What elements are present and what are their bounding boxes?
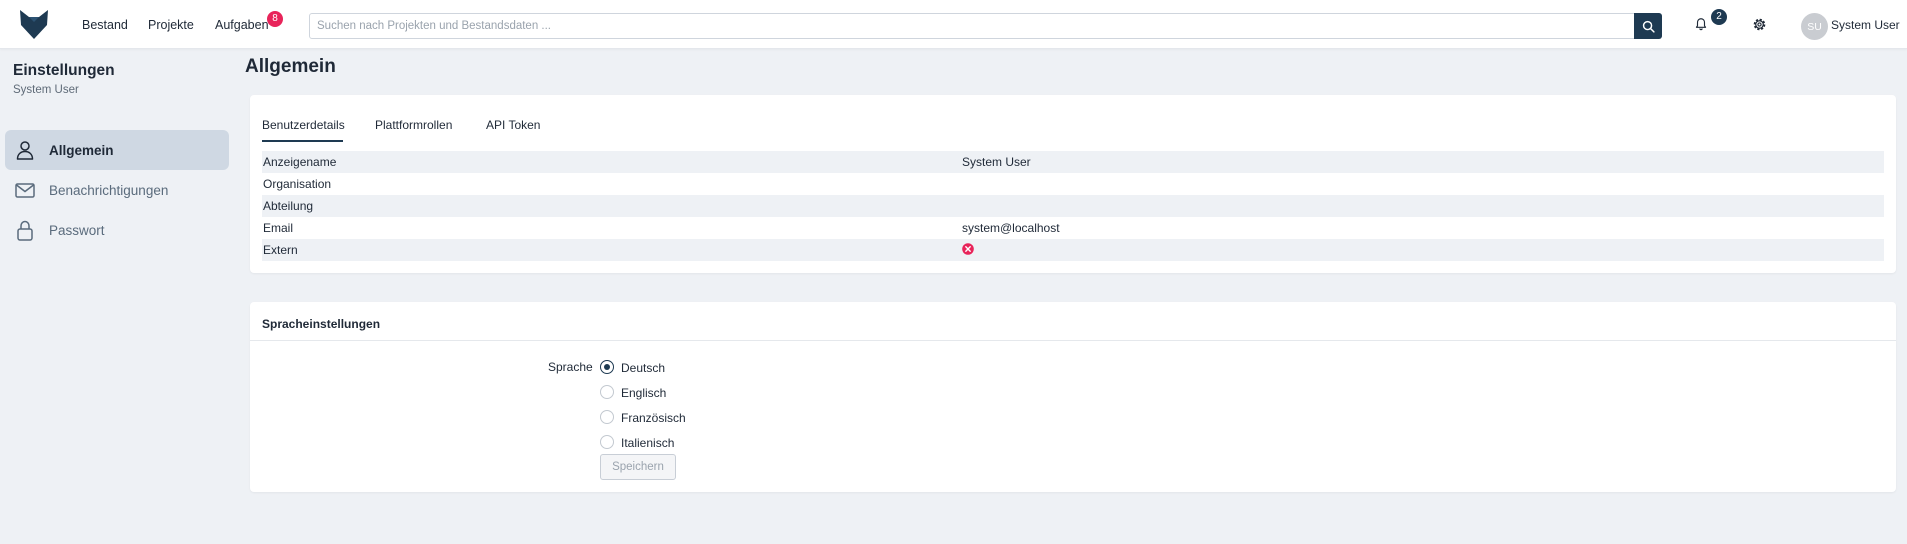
detail-label: Extern (263, 243, 298, 257)
sidebar-item-label: Allgemein (49, 143, 114, 158)
detail-label: Organisation (263, 177, 332, 191)
search-box (309, 13, 1662, 39)
sidebar-item-passwort[interactable]: Passwort (5, 210, 229, 250)
sidebar-title: Einstellungen (13, 62, 115, 79)
radio-italienisch[interactable] (600, 435, 614, 449)
nav-bestand[interactable]: Bestand (82, 18, 128, 32)
divider (250, 340, 1896, 341)
search-icon (1642, 20, 1655, 33)
tab-plattformrollen[interactable]: Plattformrollen (375, 118, 452, 132)
tab-api-token[interactable]: API Token (486, 118, 540, 132)
radio-label-deutsch[interactable]: Deutsch (621, 361, 665, 375)
user-icon (16, 141, 34, 160)
detail-label: Email (263, 221, 294, 235)
search-input[interactable] (310, 14, 1635, 38)
detail-label: Anzeigename (263, 155, 337, 169)
tab-benutzerdetails[interactable]: Benutzerdetails (262, 118, 345, 132)
radio-deutsch[interactable] (600, 360, 614, 374)
detail-row-abteilung: Abteilung (262, 195, 1884, 217)
radio-label-englisch[interactable]: Englisch (621, 386, 666, 400)
notifications-count-badge: 2 (1711, 9, 1727, 25)
sidebar-item-label: Benachrichtigungen (49, 183, 169, 198)
detail-row-email: Email system@localhost (262, 217, 1884, 239)
fox-logo-icon[interactable] (18, 8, 50, 40)
language-settings-card (250, 302, 1896, 492)
lock-icon (17, 220, 33, 241)
notifications-button[interactable] (1690, 13, 1712, 35)
user-name[interactable]: System User (1831, 18, 1900, 32)
nav-projekte[interactable]: Projekte (148, 18, 194, 32)
detail-row-anzeigename: Anzeigename System User (262, 151, 1884, 173)
settings-button[interactable] (1748, 13, 1770, 35)
detail-row-organisation: Organisation (262, 173, 1884, 195)
radio-label-franzoesisch[interactable]: Französisch (621, 411, 686, 425)
detail-value: System User (962, 155, 1031, 169)
language-label: Sprache (548, 360, 593, 374)
bell-icon (1695, 18, 1707, 31)
radio-englisch[interactable] (600, 385, 614, 399)
language-settings-header: Spracheinstellungen (262, 317, 381, 331)
x-circle-icon (962, 243, 974, 255)
mail-icon (15, 183, 35, 198)
radio-franzoesisch[interactable] (600, 410, 614, 424)
nav-aufgaben[interactable]: Aufgaben (215, 18, 269, 32)
radio-label-italienisch[interactable]: Italienisch (621, 436, 674, 450)
user-avatar[interactable]: SU (1801, 13, 1828, 40)
detail-row-extern: Extern (262, 239, 1884, 261)
detail-label: Abteilung (263, 199, 314, 213)
active-tab-indicator (262, 140, 343, 142)
gear-icon (1753, 18, 1765, 30)
detail-value: system@localhost (962, 221, 1060, 235)
sidebar-item-benachrichtigungen[interactable]: Benachrichtigungen (5, 170, 229, 210)
page-title: Allgemein (245, 56, 336, 77)
top-navbar: Bestand Projekte Aufgaben 8 2 SU System … (0, 0, 1907, 49)
save-button[interactable]: Speichern (600, 454, 676, 480)
search-button[interactable] (1634, 13, 1662, 39)
sidebar-subtitle: System User (13, 84, 79, 96)
tasks-count-badge: 8 (267, 11, 283, 27)
sidebar-item-label: Passwort (49, 223, 105, 238)
sidebar-item-allgemein[interactable]: Allgemein (5, 130, 229, 170)
